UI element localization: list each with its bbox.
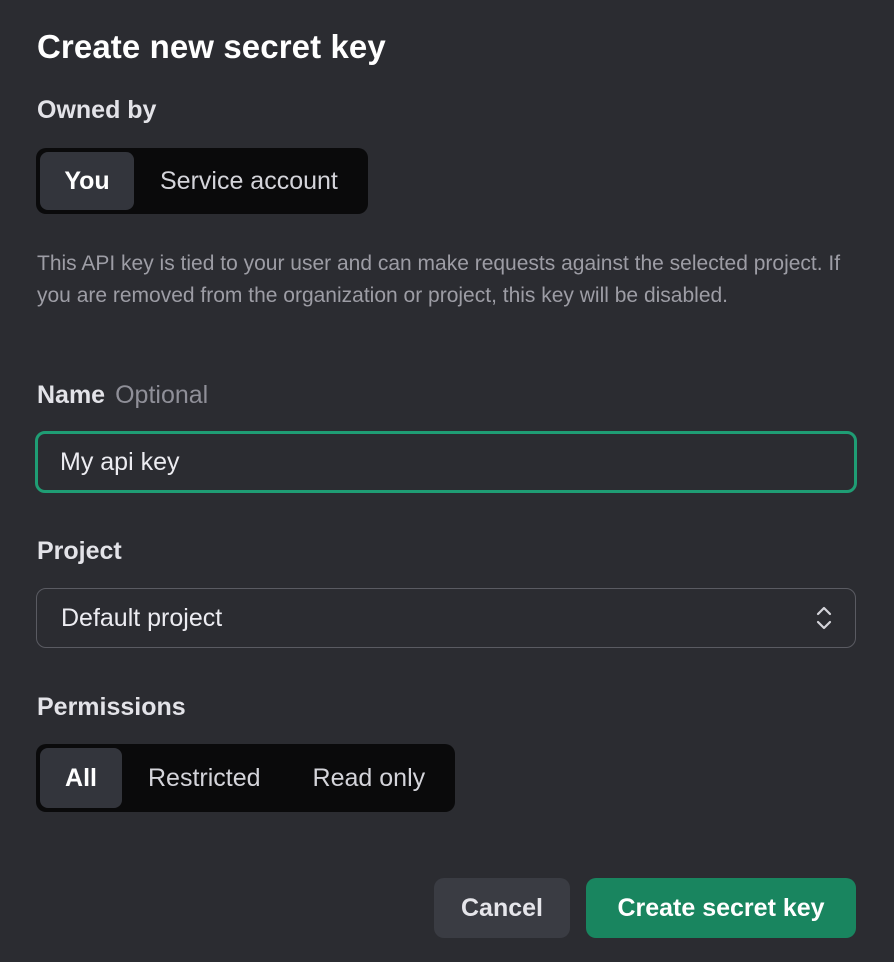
create-secret-key-button[interactable]: Create secret key (586, 878, 856, 938)
permissions-toggle: All Restricted Read only (36, 744, 456, 812)
name-label-text: Name (37, 381, 106, 409)
dialog-title: Create new secret key (37, 28, 386, 65)
permissions-restricted-option[interactable]: Restricted (122, 748, 287, 808)
permissions-all-option[interactable]: All (40, 748, 122, 808)
name-input[interactable] (35, 431, 857, 493)
owned-by-help-text: This API key is tied to your user and ca… (37, 252, 841, 307)
owned-by-service-account-option[interactable]: Service account (134, 152, 364, 210)
owned-by-toggle: You Service account (36, 148, 368, 214)
project-label: Project (37, 537, 122, 565)
project-select-value: Default project (61, 603, 223, 632)
name-label: Name Optional (37, 381, 208, 410)
create-secret-key-dialog: Create new secret key Owned by You Servi… (0, 0, 894, 962)
name-optional-hint: Optional (115, 381, 209, 409)
owned-by-you-option[interactable]: You (40, 152, 134, 210)
project-select[interactable]: Default project (36, 588, 856, 648)
owned-by-label: Owned by (37, 96, 157, 124)
permissions-read-only-option[interactable]: Read only (287, 748, 452, 808)
chevron-up-down-icon (816, 606, 832, 630)
permissions-label: Permissions (37, 693, 186, 721)
cancel-button[interactable]: Cancel (434, 878, 570, 938)
